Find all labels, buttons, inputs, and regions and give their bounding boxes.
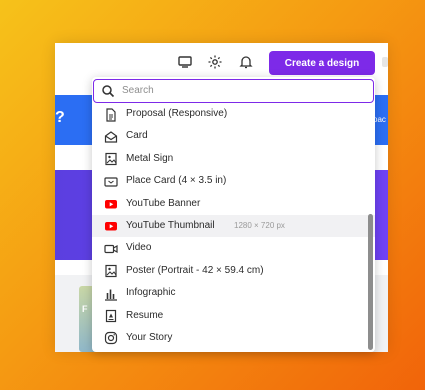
banner-fragment: ? <box>55 109 65 126</box>
search-icon <box>101 84 115 98</box>
list-item-proposal[interactable]: Proposal (Responsive) <box>92 103 375 125</box>
top-bar: Create a design <box>55 43 388 81</box>
youtube-icon <box>103 197 118 212</box>
search-box[interactable] <box>93 79 374 103</box>
list-item-poster[interactable]: Poster (Portrait - 42 × 59.4 cm) <box>92 260 375 282</box>
search-input[interactable] <box>122 82 362 99</box>
thumbnail-fragment: F <box>82 304 88 314</box>
item-label: YouTube Thumbnail <box>126 219 215 231</box>
list-item-card[interactable]: Card <box>92 125 375 147</box>
video-camera-icon <box>103 241 118 256</box>
bar-chart-icon <box>103 286 118 301</box>
item-label: YouTube Banner <box>126 197 201 209</box>
list-item-youtube-thumbnail[interactable]: YouTube Thumbnail 1280 × 720 px <box>92 214 375 238</box>
list-item-your-story[interactable]: Your Story <box>92 327 375 349</box>
item-label: Your Story <box>126 331 173 343</box>
image-frame-icon <box>103 264 118 279</box>
present-icon[interactable] <box>177 54 193 70</box>
item-label: Place Card (4 × 3.5 in) <box>126 175 227 187</box>
scrollbar-thumb[interactable] <box>368 214 373 350</box>
instagram-icon <box>103 331 118 346</box>
resume-icon <box>103 309 118 324</box>
list-item-infographic[interactable]: Infographic <box>92 282 375 304</box>
list-item-video[interactable]: Video <box>92 237 375 259</box>
design-type-list: Proposal (Responsive) Card Metal Sign Pl… <box>92 103 375 349</box>
item-label: Resume <box>126 309 164 321</box>
item-label: Card <box>126 130 148 142</box>
image-frame-icon <box>103 152 118 167</box>
list-item-resume[interactable]: Resume <box>92 305 375 327</box>
list-item-youtube-banner[interactable]: YouTube Banner <box>92 193 375 215</box>
document-icon <box>103 107 118 122</box>
item-label: Metal Sign <box>126 152 174 164</box>
create-design-button[interactable]: Create a design <box>269 51 375 75</box>
place-card-icon <box>103 174 118 189</box>
settings-icon[interactable] <box>207 54 223 70</box>
create-design-dropdown: Proposal (Responsive) Card Metal Sign Pl… <box>92 77 375 352</box>
item-label: Infographic <box>126 287 176 299</box>
item-dimensions: 1280 × 720 px <box>234 220 285 230</box>
list-item-place-card[interactable]: Place Card (4 × 3.5 in) <box>92 170 375 192</box>
list-item-metal-sign[interactable]: Metal Sign <box>92 148 375 170</box>
youtube-icon <box>103 219 118 234</box>
envelope-icon <box>103 129 118 144</box>
item-label: Poster (Portrait - 42 × 59.4 cm) <box>126 264 264 276</box>
item-label: Proposal (Responsive) <box>126 108 228 119</box>
bell-icon[interactable] <box>238 54 254 70</box>
account-avatar[interactable] <box>382 57 388 67</box>
item-label: Video <box>126 242 152 254</box>
